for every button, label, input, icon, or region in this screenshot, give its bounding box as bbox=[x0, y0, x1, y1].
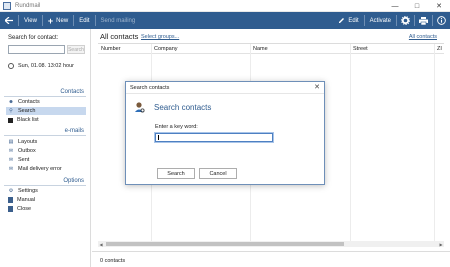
sidebar-item-label: Close bbox=[17, 206, 32, 212]
activate-button[interactable]: Activate bbox=[365, 12, 396, 29]
sidebar-item-search[interactable]: ⚲ Search bbox=[6, 107, 86, 115]
sidebar-item-label: Manual bbox=[17, 197, 36, 203]
sidebar: Search for contact: Search Sun, 01.08. 1… bbox=[0, 29, 91, 267]
select-groups-link[interactable]: Select groups... bbox=[141, 34, 179, 40]
back-button[interactable] bbox=[0, 12, 18, 29]
window-title: Rundmail bbox=[15, 2, 41, 9]
scrollbar-thumb[interactable] bbox=[106, 242, 344, 246]
column-header-zip[interactable]: ZI bbox=[437, 46, 442, 52]
scroll-right-icon[interactable]: ▶ bbox=[438, 241, 444, 247]
status-bar: 0 contacts bbox=[92, 251, 450, 267]
info-icon bbox=[437, 16, 446, 25]
close-icon bbox=[8, 206, 13, 212]
sidebar-item-sent[interactable]: ✉ Sent bbox=[6, 156, 86, 164]
minimize-icon[interactable]: — bbox=[384, 0, 406, 12]
dialog-titlebar: Search contacts bbox=[126, 82, 324, 94]
sidebar-item-label: Mail delivery error bbox=[18, 166, 62, 172]
toolbar-right-group: Edit Activate bbox=[333, 12, 450, 29]
text-caret bbox=[158, 135, 159, 140]
maximize-icon[interactable]: □ bbox=[406, 0, 428, 12]
sidebar-search-button[interactable]: Search bbox=[67, 45, 85, 54]
table-header: Number Company Name Street ZI bbox=[98, 44, 444, 54]
contacts-section-header: Contacts bbox=[60, 89, 84, 95]
sidebar-item-close[interactable]: Close bbox=[6, 205, 86, 213]
dialog-heading: Search contacts bbox=[154, 103, 212, 112]
page-title: All contacts bbox=[100, 32, 139, 41]
blacklist-icon bbox=[8, 117, 13, 123]
column-header-number[interactable]: Number bbox=[101, 46, 121, 52]
gear-icon bbox=[401, 16, 410, 25]
search-contacts-dialog: Search contacts ✕ Search contacts Enter … bbox=[125, 81, 325, 185]
sidebar-item-label: Contacts bbox=[18, 99, 40, 105]
sidebar-item-label: Outbox bbox=[18, 148, 36, 154]
back-icon bbox=[5, 17, 13, 24]
column-header-name[interactable]: Name bbox=[253, 46, 268, 52]
sidebar-item-label: Black list bbox=[17, 117, 39, 123]
edit-button[interactable]: Edit bbox=[74, 12, 94, 29]
send-mailing-button[interactable]: Send mailing bbox=[96, 12, 141, 29]
dialog-title: Search contacts bbox=[130, 84, 170, 91]
search-icon: ⚲ bbox=[9, 108, 13, 114]
close-icon[interactable]: ✕ bbox=[428, 0, 450, 12]
sidebar-item-manual[interactable]: Manual bbox=[6, 196, 86, 204]
keyword-input[interactable] bbox=[154, 132, 274, 143]
sent-icon: ✉ bbox=[8, 157, 14, 163]
section-divider bbox=[4, 185, 86, 186]
search-button[interactable]: Search bbox=[157, 168, 195, 179]
printer-icon bbox=[419, 16, 428, 25]
new-button[interactable]: + New bbox=[43, 12, 73, 29]
plus-icon: + bbox=[47, 15, 54, 26]
gear-icon: ⚙ bbox=[8, 188, 14, 194]
info-button[interactable] bbox=[433, 12, 450, 29]
clock-icon bbox=[8, 63, 14, 69]
sidebar-item-label: Layouts bbox=[18, 139, 38, 145]
edit-right-button[interactable]: Edit bbox=[333, 12, 363, 29]
sidebar-item-black-list[interactable]: Black list bbox=[6, 116, 86, 124]
app-icon bbox=[3, 1, 11, 10]
window-titlebar: Rundmail — □ ✕ bbox=[0, 0, 450, 12]
sidebar-item-mail-delivery-error[interactable]: ✉ Mail delivery error bbox=[6, 165, 86, 173]
contact-search-icon bbox=[135, 102, 145, 113]
date-text: Sun, 01.08. 13:02 hour bbox=[18, 63, 74, 69]
pencil-icon bbox=[339, 18, 345, 23]
outbox-icon: ✉ bbox=[8, 148, 14, 154]
sidebar-item-label: Search bbox=[18, 108, 36, 114]
settings-button[interactable] bbox=[397, 12, 414, 29]
view-button[interactable]: View bbox=[19, 12, 42, 29]
keyword-label: Enter a key word: bbox=[155, 124, 198, 130]
manual-icon bbox=[8, 197, 13, 203]
sidebar-item-label: Sent bbox=[18, 157, 30, 163]
options-section-header: Options bbox=[63, 178, 84, 184]
contact-count: 0 contacts bbox=[100, 258, 126, 264]
sidebar-item-layouts[interactable]: ▤ Layouts bbox=[6, 138, 86, 146]
column-divider bbox=[350, 44, 351, 243]
edit-right-label: Edit bbox=[348, 17, 359, 24]
print-button[interactable] bbox=[415, 12, 432, 29]
error-icon: ✉ bbox=[8, 166, 14, 172]
sidebar-search-input[interactable] bbox=[8, 45, 65, 54]
search-contact-label: Search for contact: bbox=[8, 35, 59, 41]
layouts-icon: ▤ bbox=[8, 139, 14, 145]
all-contacts-link[interactable]: All contacts bbox=[409, 34, 437, 40]
section-divider bbox=[4, 135, 86, 136]
new-button-label: New bbox=[56, 17, 69, 24]
sidebar-item-outbox[interactable]: ✉ Outbox bbox=[6, 147, 86, 155]
column-divider bbox=[434, 44, 435, 243]
column-header-company[interactable]: Company bbox=[154, 46, 178, 52]
toolbar: View + New Edit Send mailing Edit Activa… bbox=[0, 12, 450, 29]
cancel-button[interactable]: Cancel bbox=[199, 168, 237, 179]
horizontal-scrollbar[interactable]: ◀ ▶ bbox=[98, 241, 444, 247]
window-controls: — □ ✕ bbox=[384, 0, 450, 12]
section-divider bbox=[4, 96, 86, 97]
dialog-close-icon[interactable]: ✕ bbox=[314, 83, 320, 91]
date-time: Sun, 01.08. 13:02 hour bbox=[8, 63, 74, 69]
contacts-icon: ☻ bbox=[8, 99, 14, 105]
sidebar-item-label: Settings bbox=[18, 188, 38, 194]
scroll-left-icon[interactable]: ◀ bbox=[98, 241, 104, 247]
sidebar-item-contacts[interactable]: ☻ Contacts bbox=[6, 98, 86, 106]
sidebar-item-settings[interactable]: ⚙ Settings bbox=[6, 187, 86, 195]
column-header-street[interactable]: Street bbox=[353, 46, 368, 52]
emails-section-header: e-mails bbox=[64, 128, 84, 134]
